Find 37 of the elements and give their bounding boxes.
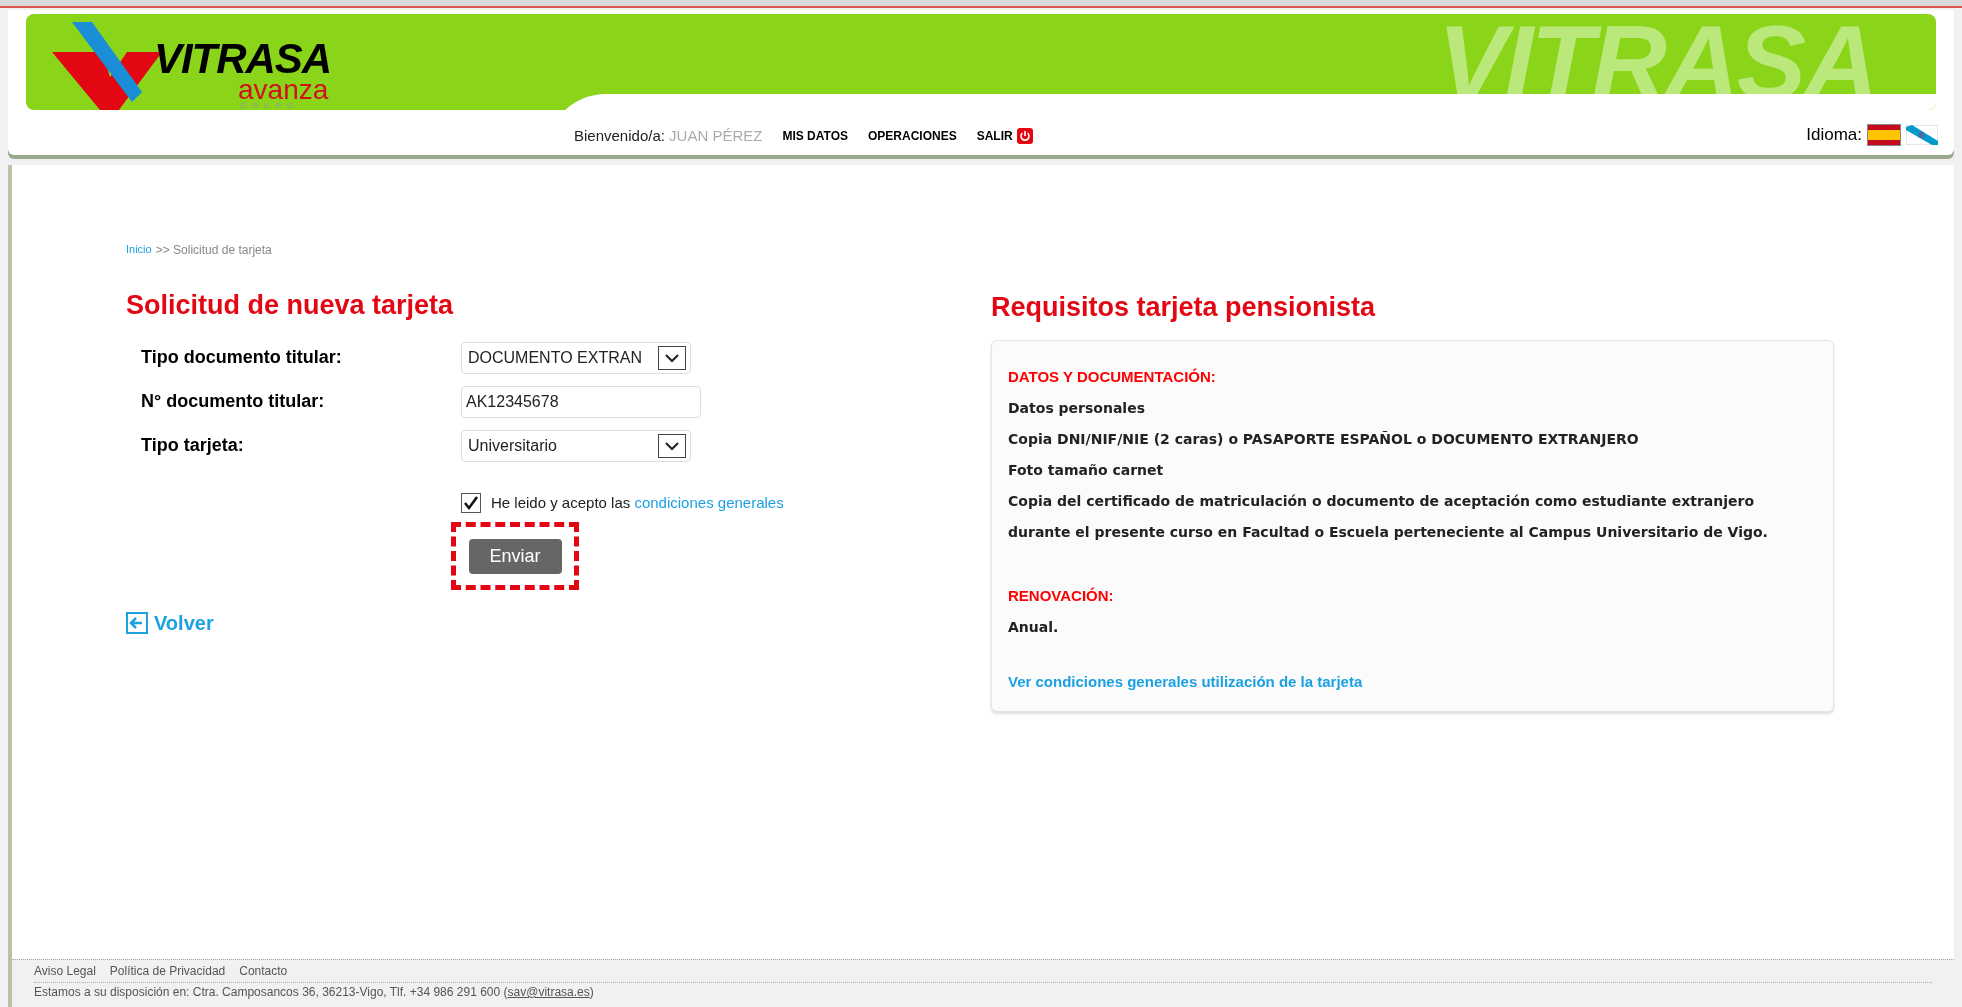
chevron-down-icon — [658, 345, 686, 370]
form-title: Solicitud de nueva tarjeta — [126, 289, 455, 322]
section-heading: DATOS Y DOCUMENTACIÓN: — [1008, 366, 1217, 387]
requirement-text: Foto tamaño carnet — [1008, 460, 1165, 480]
requirement-text: Copia DNI/NIF/NIE (2 caras) o PASAPORTE ESPAÑOL o DOCUMENTO EXTRANJERO — [1008, 429, 1640, 449]
nav-link[interactable]: MIS DATOS — [782, 127, 848, 146]
requirements-title: Requisitos tarjeta pensionista — [991, 291, 1377, 324]
field-label: Tipo tarjeta: — [141, 434, 245, 457]
email-link[interactable]: sav@vitrasa.es — [507, 985, 590, 999]
footer-link[interactable]: Aviso Legal — [34, 962, 96, 980]
input-field[interactable]: AK12345678 — [461, 385, 701, 418]
field-label: N° documento titular: — [141, 390, 326, 413]
chevron-down-icon — [658, 433, 686, 458]
spain-flag-icon[interactable] — [1868, 124, 1900, 145]
breadcrumb-text: >> Solicitud de tarjeta — [155, 242, 272, 259]
submit-button[interactable]: Enviar — [468, 538, 562, 574]
select-field[interactable]: DOCUMENTO EXTRAN — [461, 341, 691, 374]
footer-contact-text: Estamos a su disposición en: Ctra. Camposancos 36, 36213-Vigo, Tlf. +34 986 291 600 (sav@vitrasa.es) — [34, 985, 594, 999]
group-sub-text: GRUPO — [240, 102, 300, 110]
checkmark-icon — [463, 494, 479, 511]
terms-checkbox[interactable] — [461, 492, 481, 513]
galicia-flag-icon[interactable] — [1906, 124, 1938, 145]
section-heading: RENOVACIÓN: — [1008, 585, 1115, 606]
language-label: Idioma: — [1806, 124, 1862, 146]
footer-link[interactable]: Contacto — [239, 962, 288, 980]
select-field[interactable]: Universitario — [461, 429, 691, 462]
footer-link[interactable]: Política de Privacidad — [109, 962, 226, 980]
requirement-text: Anual. — [1008, 617, 1060, 637]
nav-link[interactable]: OPERACIONES — [868, 127, 957, 146]
logout-link[interactable]: SALIR — [976, 127, 1033, 146]
power-icon — [1016, 128, 1033, 145]
field-label: Tipo documento titular: — [141, 346, 343, 369]
terms-text: He leido y acepto las condiciones generales — [491, 492, 784, 513]
arrow-left-icon — [126, 612, 148, 634]
requirement-text: Copia del certificado de matriculación o documento de aceptación como estudiante extranjero durante el presente curso en Facultad o Escuela perteneciente al Campus Universitario de Vigo. — [1008, 491, 1769, 542]
requirement-text: Datos personales — [1008, 398, 1146, 418]
welcome-text: Bienvenido/a: JUAN PÉREZ — [574, 126, 763, 146]
